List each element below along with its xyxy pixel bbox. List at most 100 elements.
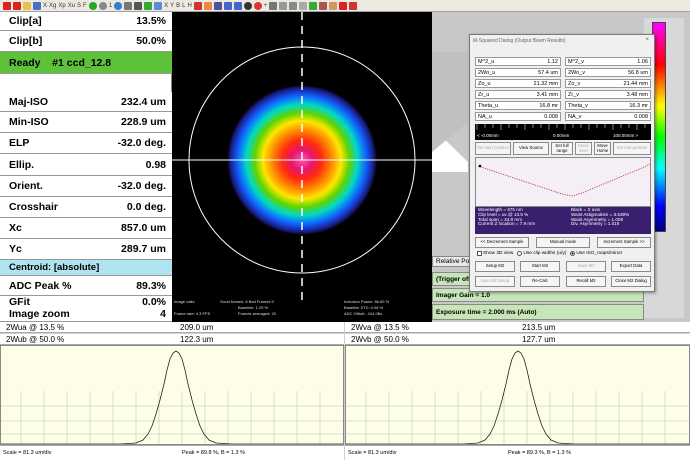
info-left: Wavelength = 675 nm Clip level = uv @ 13… [478,207,535,227]
decrement-sample-button[interactable]: << Decrement Sample [475,237,529,248]
window-icon[interactable] [154,1,163,10]
camera-icon[interactable] [134,1,143,10]
setup-m2-button[interactable]: Setup M2 [475,261,515,272]
save-icon[interactable] [33,1,41,10]
grid-icon[interactable] [124,1,133,10]
save-m2-button[interactable]: Save M2 [566,261,606,272]
toolbar-item-xp[interactable]: Xp [58,2,65,10]
m2-icon[interactable] [289,1,298,10]
div-asymmetry-text: Div. Asymmetry = 1.019 [571,221,620,227]
use-clip-widths-radio[interactable]: Use clip widths (u/y) [517,251,566,256]
move-home-button[interactable]: Move Home [594,142,611,155]
toolbar-item-f[interactable]: F [83,2,87,10]
toolbar-item-xu[interactable]: Xu [68,2,75,10]
beam-image-view[interactable]: Image valid Good frames: 8 Bad Frames 0 … [172,12,432,322]
close-icon[interactable]: × [645,37,649,43]
relative-position-label: Relative Pos [436,258,473,265]
export-data-button[interactable]: Export Data [611,261,651,272]
recall-m2-button[interactable]: Recall M2 [566,276,606,287]
param-m2-u: M^2_u 1.12 [475,57,561,66]
toolbar-item-x[interactable]: X [164,2,168,10]
view-source-button[interactable]: View Source [513,142,549,155]
map-icon[interactable] [203,1,212,10]
param-theta-v: Theta_v 16.3 mr [565,101,651,110]
exposure-bar[interactable]: Exposure time = 2.000 ms (Auto) [432,304,644,320]
print-icon[interactable] [269,1,278,10]
arrow-up-icon[interactable] [3,1,11,10]
param-label: 2Wo_u [478,69,496,76]
plus-icon[interactable] [309,1,318,10]
toolbar-item-xg[interactable]: X·Xg [43,2,56,10]
record-icon[interactable] [88,1,97,10]
exit-icon[interactable] [349,1,358,10]
toolbar-item-b[interactable]: B [176,2,180,10]
peak-text: Peak = 89.3 %, B = 1.3 % [508,450,571,456]
param-label: Theta_v [568,102,588,109]
start-m2-button[interactable]: Start M2 [520,261,560,272]
info-right: Black = X axis Waist Astigmatism = 3.538… [571,207,629,227]
result-row-clip-b: Clip[b] 50.0% [0,31,172,52]
chart-icon[interactable] [144,1,153,10]
profile-v-width-50: 2Wvb @ 50.0 % 127.7 um [345,334,690,345]
toolbar-item-plus[interactable]: + [264,2,268,10]
param-label: Zr_u [478,91,490,98]
print-preview-icon[interactable] [279,1,288,10]
result-value: -32.0 deg. [117,137,166,149]
toolbar-item-y[interactable]: Y [170,2,174,10]
param-label: Zr_v [568,91,579,98]
color-bar-icon[interactable] [193,1,202,10]
profile-u-plot [0,345,344,445]
toolbar-item-h[interactable]: H [187,2,191,10]
stop-icon[interactable] [98,1,107,10]
move-icon[interactable] [319,1,328,10]
result-label: Maj-ISO [9,95,49,108]
result-label: Clip[a] [9,15,42,27]
frame-rate-text: Frame rate: 4.3 FPS [174,311,211,316]
z-position-ruler[interactable]: < -0.00mm 0.00mm 100.00mm > [475,124,651,140]
m2-info-panel: Wavelength = 675 nm Clip level = uv @ 13… [475,207,651,234]
crosshair-icon[interactable] [243,1,252,10]
info-icon[interactable] [114,1,123,10]
help-icon[interactable] [339,1,348,10]
param-zo-v: Zo_v 21.44 mm [565,79,651,88]
param-label: 2Wo_v [568,69,586,76]
increment-sample-button[interactable]: Increment Sample >> [597,237,651,248]
param-value: 16.3 mr [629,102,648,109]
hand-icon[interactable] [329,1,338,10]
param-zo-u: Zo_u 21.32 mm [475,79,561,88]
set-start-position-button[interactable]: Set start position [475,142,511,155]
toolbar-item-s[interactable]: S [77,2,81,10]
profile-v-footer: Scale = 81.3 um/div Peak = 89.3 %, B = 1… [345,445,690,460]
toolbar-item-l[interactable]: L [182,2,185,10]
width-label: 2Wub @ 50.0 % [6,334,65,344]
arrow-left-icon[interactable] [223,1,232,10]
width-label: 2Wua @ 13.5 % [6,322,65,332]
arrow-right-icon[interactable] [233,1,242,10]
ruler-icon[interactable] [299,1,308,10]
ruler-ticks [476,124,646,130]
param-value: 21.32 mm [533,80,558,87]
close-m2-dialog-button[interactable]: Close M2 Dialog [611,276,651,287]
radio-selected-icon [570,251,576,256]
re-calc-button[interactable]: Re-Calc [520,276,560,287]
arrow-down-icon[interactable] [13,1,21,10]
set-end-position-button[interactable]: Set end position [613,142,651,155]
param-label: M^2_u [478,58,495,65]
set-full-range-button[interactable]: Set full range [551,142,573,155]
profile-u-footer: Scale = 81.3 um/div Peak = 89.8 %, B = 1… [0,445,344,460]
table-icon[interactable] [213,1,222,10]
auto-m2-setup-button[interactable]: Auto M2 Setup [475,276,515,287]
ruler-left-label: < -0.00mm [477,133,499,138]
param-value: 1.12 [547,58,558,65]
result-label: Min-ISO [9,116,49,128]
toolbar-item-1[interactable]: 1 [109,2,112,10]
centroid-mode-bar[interactable]: Centroid: [absolute] [0,260,172,276]
show-3d-checkbox[interactable]: Show 3D view [477,251,513,256]
profile-v-graphic [346,350,689,444]
param-value: 3.41 mm [536,91,558,98]
open-icon[interactable] [23,1,31,10]
move-zero-button[interactable]: Move Zero [575,142,592,155]
use-iso-radio[interactable]: Use ISO_maps/minor [570,251,622,256]
manual-mode-button[interactable]: Manual mode [536,237,590,248]
target-icon[interactable] [253,1,262,10]
